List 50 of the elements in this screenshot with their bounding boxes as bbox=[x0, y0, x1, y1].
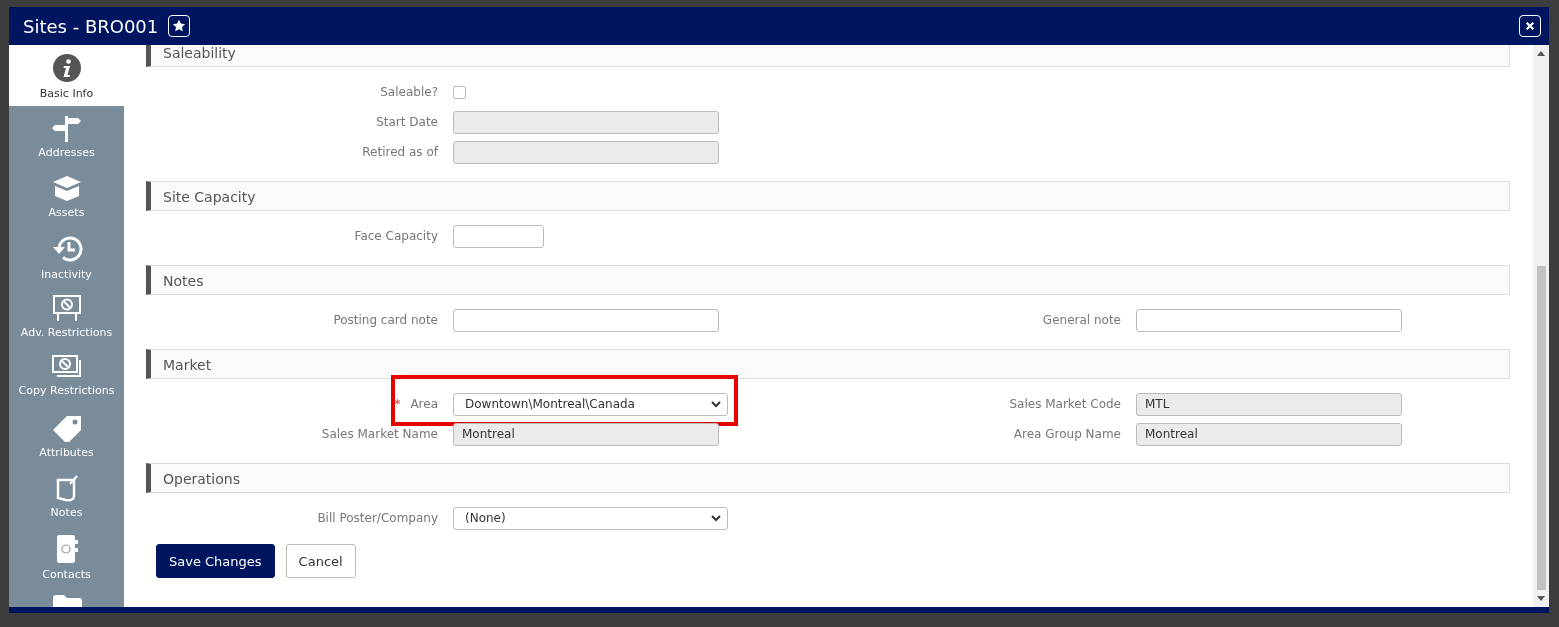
chevron-down-icon bbox=[711, 400, 721, 408]
required-asterisk: * bbox=[394, 397, 401, 411]
dropdown-field[interactable]: Downtown\Montreal\Canada bbox=[453, 392, 728, 416]
section-header: Market bbox=[146, 349, 1510, 379]
field-label: Start Date bbox=[376, 115, 438, 129]
favorite-star-button[interactable] bbox=[168, 15, 191, 37]
field-label: Sales Market Name bbox=[321, 427, 438, 441]
scrollbar[interactable] bbox=[1533, 45, 1549, 607]
save-button[interactable]: Save Changes bbox=[156, 544, 275, 578]
field-label: Retired as of bbox=[362, 145, 438, 159]
info-icon bbox=[51, 53, 82, 83]
chevron-down-icon bbox=[711, 514, 721, 522]
sidebar-item[interactable]: Basic Info bbox=[9, 45, 124, 106]
sidebar-item[interactable]: Inactivity bbox=[9, 226, 124, 286]
window-title: Sites - BRO001 bbox=[23, 15, 159, 37]
section-header: Operations bbox=[146, 463, 1510, 493]
cancel-button[interactable]: Cancel bbox=[285, 544, 356, 578]
signpost-icon bbox=[51, 114, 82, 142]
close-icon bbox=[1525, 21, 1535, 31]
field-label: General note bbox=[1042, 313, 1121, 327]
close-button[interactable] bbox=[1519, 15, 1541, 37]
sidebar-item[interactable]: Contacts bbox=[9, 526, 124, 586]
field-label: Face Capacity bbox=[354, 229, 438, 243]
sidebar-item[interactable]: Notes bbox=[9, 466, 124, 526]
history-icon bbox=[50, 234, 83, 264]
saleable-checkbox[interactable] bbox=[453, 85, 466, 99]
field-label: Area Group Name bbox=[1013, 427, 1121, 441]
field-label: Saleable? bbox=[380, 85, 438, 99]
section-header: Notes bbox=[146, 265, 1510, 295]
sidebar-item[interactable]: Addresses bbox=[9, 106, 124, 166]
field-label: Bill Poster/Company bbox=[317, 511, 438, 525]
arrow-down-icon[interactable] bbox=[1537, 596, 1545, 601]
input-field[interactable] bbox=[1136, 308, 1402, 332]
field-label: Posting card note bbox=[333, 313, 438, 327]
dropdown-field[interactable]: (None) bbox=[453, 506, 728, 530]
sidebar-item[interactable]: Adv. Restrictions bbox=[9, 286, 124, 346]
sidebar-item[interactable]: Attributes bbox=[9, 406, 124, 466]
no-sign-board-icon bbox=[51, 294, 82, 322]
sidebar-item[interactable]: Copy Restrictions bbox=[9, 346, 124, 406]
field-label: Sales Market Code bbox=[1009, 397, 1121, 411]
folder-icon bbox=[50, 594, 83, 607]
sidebar-item[interactable]: Assets bbox=[9, 166, 124, 226]
no-sign-stack-icon bbox=[50, 354, 83, 380]
arrow-up-icon[interactable] bbox=[1537, 51, 1545, 56]
section-header: Saleability bbox=[146, 45, 1510, 67]
input-field[interactable] bbox=[453, 224, 544, 248]
star-icon bbox=[172, 19, 187, 33]
field-label: Area bbox=[410, 397, 438, 411]
section-header: Site Capacity bbox=[146, 181, 1510, 211]
input-field[interactable] bbox=[453, 308, 719, 332]
